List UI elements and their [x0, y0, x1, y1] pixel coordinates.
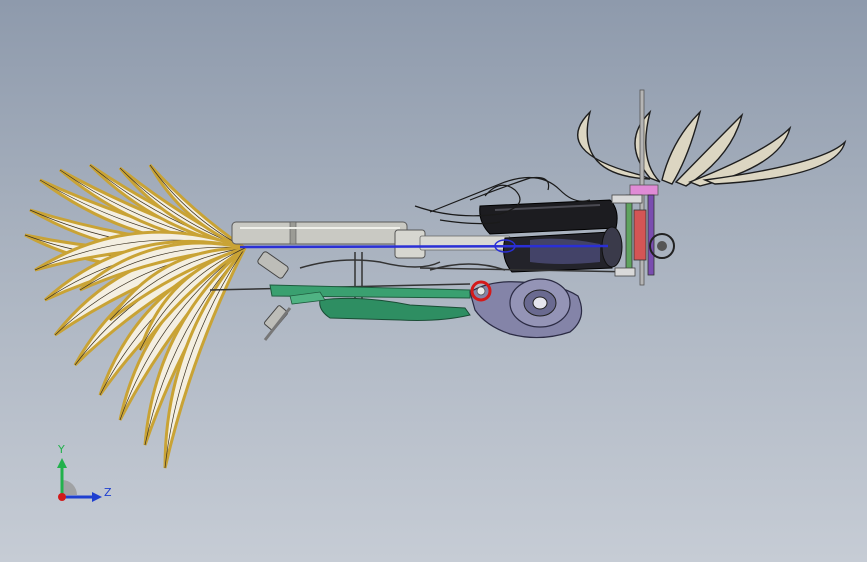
comb-feathers [577, 109, 847, 187]
blue-rod [239, 244, 609, 249]
green-linkage [269, 284, 471, 321]
graphics-viewport[interactable]: Y Z [0, 0, 867, 562]
comb-feather [634, 109, 661, 183]
tail-feathers [24, 163, 247, 469]
drive-wheel [469, 278, 583, 339]
cylinder-tube [231, 221, 511, 259]
coordinate-triad [57, 458, 102, 502]
z-axis-label: Z [104, 486, 112, 499]
assembly-model[interactable] [0, 0, 867, 562]
y-axis-label: Y [58, 443, 65, 456]
